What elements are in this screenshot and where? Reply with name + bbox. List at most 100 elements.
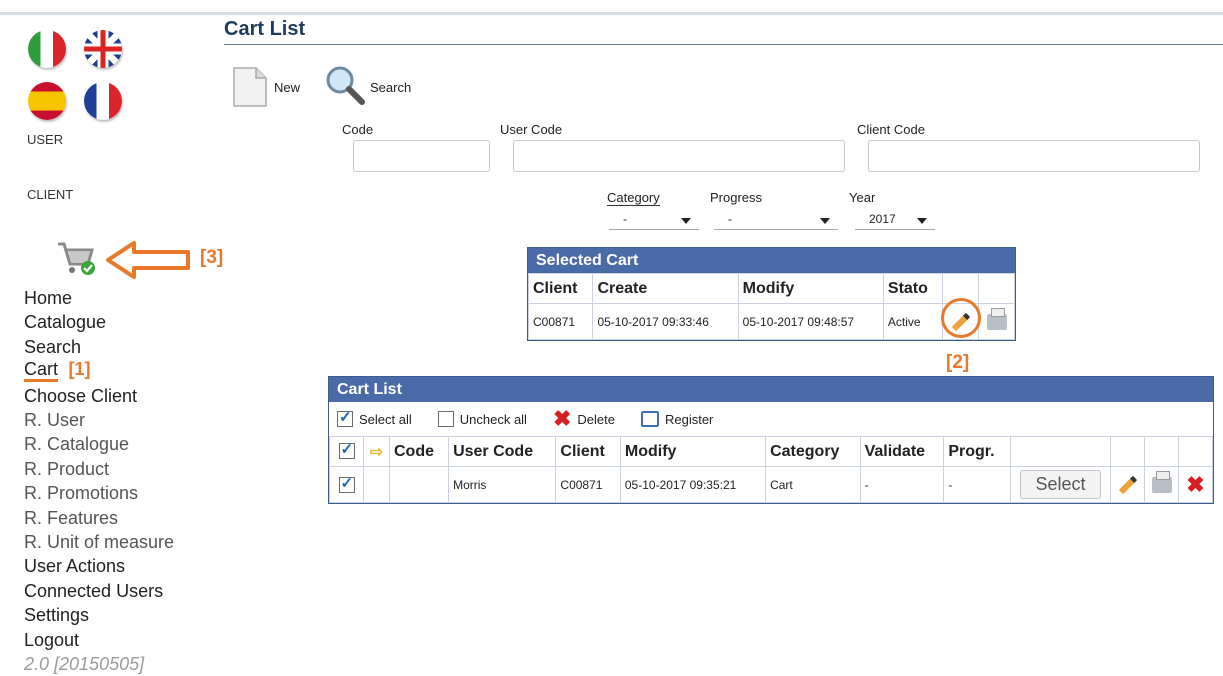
english-flag-icon[interactable] xyxy=(84,30,122,68)
cell-client: C00871 xyxy=(555,466,621,503)
register-label[interactable]: Register xyxy=(665,412,713,427)
nav-r-unit-of-measure[interactable]: R. Unit of measure xyxy=(24,530,214,554)
col-print xyxy=(978,273,1015,304)
col-modify: Modify xyxy=(619,436,767,467)
category-select[interactable]: - xyxy=(609,210,699,230)
year-select-value: 2017 xyxy=(869,212,896,226)
spanish-flag-icon[interactable] xyxy=(28,82,66,120)
cell-modify: 05-10-2017 09:48:57 xyxy=(737,303,884,340)
year-label: Year xyxy=(849,190,876,205)
col-create: Create xyxy=(592,273,739,304)
nav-r-catalogue[interactable]: R. Catalogue xyxy=(24,432,214,456)
new-button[interactable]: New xyxy=(274,80,300,95)
nav-logout[interactable]: Logout xyxy=(24,628,214,652)
col-delete xyxy=(1178,436,1213,467)
nav-search[interactable]: Search xyxy=(24,335,214,359)
code-input[interactable] xyxy=(353,140,490,172)
col-progr: Progr. xyxy=(943,436,1011,467)
cell-progr: - xyxy=(943,466,1011,503)
delete-x-icon[interactable]: ✖ xyxy=(1186,472,1204,497)
left-arrow-annotation-icon xyxy=(106,240,192,280)
cell-user-code: Morris xyxy=(448,466,557,503)
search-magnifier-icon[interactable] xyxy=(324,64,366,106)
col-validate: Validate xyxy=(859,436,945,467)
delete-x-icon[interactable]: ✖ xyxy=(553,406,571,432)
col-edit xyxy=(1110,436,1145,467)
progress-select-value: - xyxy=(728,212,732,226)
header-checkbox[interactable] xyxy=(338,440,355,460)
user-code-input[interactable] xyxy=(513,140,845,172)
selected-cart-title: Selected Cart xyxy=(528,248,1015,273)
cell-code xyxy=(388,466,450,503)
row-check-cell xyxy=(329,466,364,503)
col-stato: Stato xyxy=(882,273,944,304)
row-checkbox[interactable] xyxy=(338,474,355,493)
printer-icon[interactable] xyxy=(986,307,1007,330)
select-all-label[interactable]: Select all xyxy=(359,412,412,427)
cell-modify: 05-10-2017 09:35:21 xyxy=(619,466,767,503)
col-category: Category xyxy=(765,436,861,467)
nav-choose-client[interactable]: Choose Client xyxy=(24,384,214,408)
cell-validate: - xyxy=(859,466,945,503)
col-user-code: User Code xyxy=(448,436,557,467)
nav-r-product[interactable]: R. Product xyxy=(24,457,214,481)
nav-r-user[interactable]: R. User xyxy=(24,408,214,432)
cart-list-table: ⇨ Code User Code Client Modify Category … xyxy=(329,436,1213,503)
version-text: 2.0 [20150505] xyxy=(24,654,145,675)
edit-cell xyxy=(1110,466,1145,503)
register-icon[interactable] xyxy=(640,411,659,427)
col-modify: Modify xyxy=(737,273,884,304)
progress-label: Progress xyxy=(710,190,763,205)
printer-icon[interactable] xyxy=(1151,470,1172,493)
nav-cart[interactable]: Cart xyxy=(24,359,59,383)
col-client: Client xyxy=(527,273,594,304)
nav-r-features[interactable]: R. Features xyxy=(24,506,214,530)
cell-category: Cart xyxy=(765,466,861,503)
shopping-cart-check-icon[interactable] xyxy=(54,238,98,278)
nav-catalogue[interactable]: Catalogue xyxy=(24,310,214,334)
cell-stato: Active xyxy=(882,303,944,340)
italian-flag-icon[interactable] xyxy=(28,30,66,68)
col-select xyxy=(1010,436,1111,467)
page-title: Cart List xyxy=(224,18,306,40)
new-document-icon[interactable] xyxy=(232,66,268,108)
progress-select[interactable]: - xyxy=(714,210,838,230)
select-all-checkbox[interactable] xyxy=(337,408,353,427)
year-select[interactable]: 2017 xyxy=(855,210,935,230)
uncheck-all-label[interactable]: Uncheck all xyxy=(460,412,527,427)
nav-user-actions[interactable]: User Actions xyxy=(24,554,214,578)
selected-cart-panel: Selected Cart Client Create Modify Stato… xyxy=(527,247,1016,341)
sidebar-nav: Home Catalogue Search Cart [1] Choose Cl… xyxy=(24,286,214,676)
arrow-right-icon: ⇨ xyxy=(363,436,390,467)
uncheck-all-checkbox[interactable] xyxy=(437,411,454,427)
selected-cart-table: Client Create Modify Stato C00871 05-10-… xyxy=(527,273,1015,340)
col-print xyxy=(1144,436,1179,467)
delete-label[interactable]: Delete xyxy=(577,412,615,427)
french-flag-icon[interactable] xyxy=(84,82,122,120)
chevron-down-icon xyxy=(917,218,927,224)
user-code-label: User Code xyxy=(500,122,563,137)
select-button[interactable]: Select xyxy=(1020,470,1101,499)
client-code-input[interactable] xyxy=(868,140,1200,172)
nav-r-promotions[interactable]: R. Promotions xyxy=(24,481,214,505)
annotation-2: [2] xyxy=(946,352,970,373)
client-code-label: Client Code xyxy=(857,122,925,137)
search-button[interactable]: Search xyxy=(370,80,411,95)
cart-list-panel: Cart List Select all Uncheck all ✖ Delet… xyxy=(328,376,1214,504)
pencil-edit-icon[interactable] xyxy=(1118,476,1137,495)
col-check xyxy=(329,436,364,467)
col-code: Code xyxy=(388,436,450,467)
print-cell xyxy=(1144,466,1179,503)
nav-home[interactable]: Home xyxy=(24,286,214,310)
table-row: Morris C00871 05-10-2017 09:35:21 Cart -… xyxy=(329,466,1213,503)
annotation-3: [3] xyxy=(200,247,224,268)
nav-settings[interactable]: Settings xyxy=(24,603,214,627)
annotation-1: [1] xyxy=(68,359,91,380)
nav-connected-users[interactable]: Connected Users xyxy=(24,579,214,603)
chevron-down-icon xyxy=(820,218,830,224)
edit-cell xyxy=(941,298,981,340)
table-row: C00871 05-10-2017 09:33:46 05-10-2017 09… xyxy=(527,298,1015,340)
print-cell xyxy=(978,303,1015,340)
cart-list-actions: Select all Uncheck all ✖ Delete Register xyxy=(329,402,1213,436)
category-label: Category xyxy=(607,190,660,206)
